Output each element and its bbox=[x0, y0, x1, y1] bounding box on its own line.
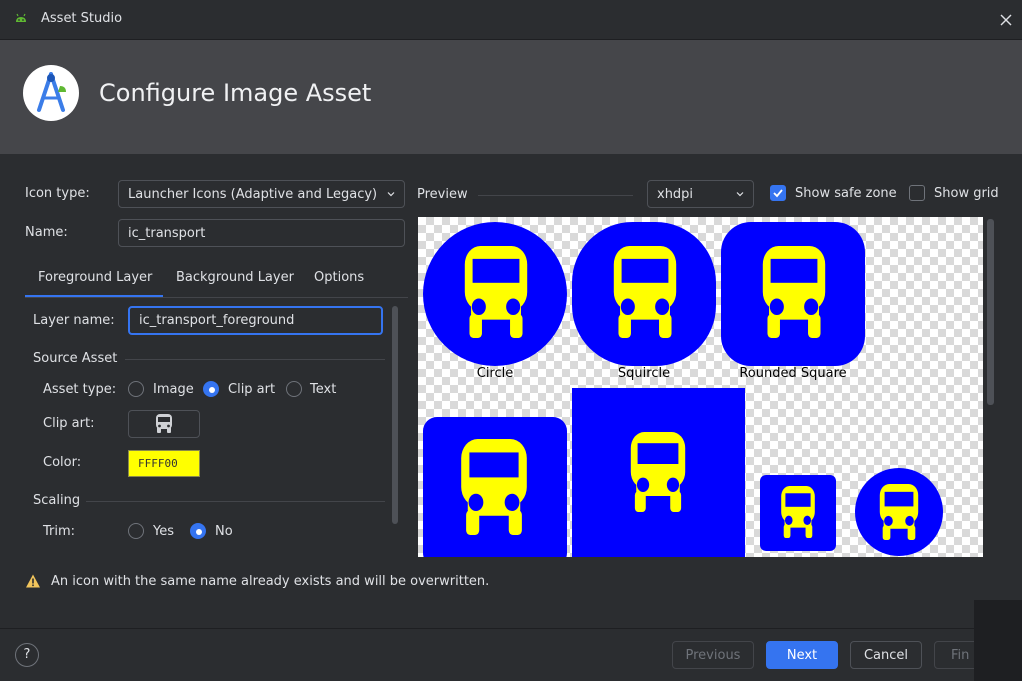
source-asset-heading: Source Asset bbox=[33, 351, 118, 366]
header-banner: Configure Image Asset bbox=[0, 40, 1022, 154]
trim-label: Trim: bbox=[43, 524, 76, 539]
preview-circle-caption: Circle bbox=[476, 366, 514, 381]
show-safe-zone-label[interactable]: Show safe zone bbox=[795, 186, 897, 201]
color-swatch-button[interactable]: FFFF00 bbox=[128, 450, 200, 477]
name-label: Name: bbox=[25, 225, 68, 240]
next-button[interactable]: Next bbox=[766, 641, 838, 669]
show-grid-label[interactable]: Show grid bbox=[934, 186, 999, 201]
warning-icon bbox=[26, 574, 40, 588]
tab-foreground-layer[interactable]: Foreground Layer bbox=[38, 270, 152, 285]
warning-message: An icon with the same name already exist… bbox=[51, 574, 490, 589]
clip-art-button[interactable] bbox=[128, 410, 200, 438]
preview-small-square-icon bbox=[760, 475, 836, 551]
preview-squircle-caption: Squircle bbox=[617, 366, 671, 381]
asset-type-text-label[interactable]: Text bbox=[310, 382, 336, 397]
bus-icon bbox=[457, 246, 535, 338]
icon-type-label: Icon type: bbox=[25, 186, 90, 201]
background-window-strip bbox=[974, 600, 1022, 681]
trim-yes-radio[interactable] bbox=[128, 523, 144, 539]
asset-type-image-label[interactable]: Image bbox=[153, 382, 194, 397]
preview-circle-icon bbox=[423, 222, 567, 366]
trim-no-radio[interactable] bbox=[190, 523, 206, 539]
previous-button[interactable]: Previous bbox=[672, 641, 754, 669]
bus-icon bbox=[156, 414, 172, 433]
name-value: ic_transport bbox=[128, 225, 206, 241]
layer-name-value: ic_transport_foreground bbox=[139, 313, 295, 328]
source-asset-divider bbox=[125, 359, 385, 360]
trim-no-label[interactable]: No bbox=[215, 524, 233, 539]
preview-divider bbox=[478, 195, 633, 196]
asset-type-image-radio[interactable] bbox=[128, 381, 144, 397]
bus-icon bbox=[624, 432, 692, 512]
scaling-divider bbox=[86, 501, 385, 502]
android-studio-logo-icon bbox=[23, 65, 79, 121]
density-value: xhdpi bbox=[657, 186, 694, 202]
asset-type-text-radio[interactable] bbox=[286, 381, 302, 397]
layer-name-input[interactable]: ic_transport_foreground bbox=[128, 306, 383, 335]
bus-icon bbox=[453, 439, 535, 535]
title-bar: Asset Studio bbox=[0, 0, 1022, 40]
page-title: Configure Image Asset bbox=[99, 79, 372, 107]
show-safe-zone-checkbox[interactable] bbox=[770, 185, 786, 201]
layer-name-label: Layer name: bbox=[33, 313, 115, 328]
bus-icon bbox=[777, 486, 819, 538]
show-grid-checkbox[interactable] bbox=[909, 185, 925, 201]
bus-icon bbox=[875, 484, 923, 540]
name-input[interactable]: ic_transport bbox=[118, 219, 405, 247]
bus-icon bbox=[755, 246, 833, 338]
icon-type-dropdown[interactable]: Launcher Icons (Adaptive and Legacy) bbox=[118, 180, 405, 208]
scaling-heading: Scaling bbox=[33, 493, 81, 508]
clip-art-label: Clip art: bbox=[43, 416, 95, 431]
android-icon bbox=[16, 13, 26, 22]
close-icon[interactable] bbox=[996, 10, 1016, 30]
preview-rounded-square-caption: Rounded Square bbox=[739, 366, 847, 381]
tab-options[interactable]: Options bbox=[314, 270, 364, 285]
asset-type-clipart-radio[interactable] bbox=[203, 381, 219, 397]
preview-rounded-square-icon bbox=[721, 222, 865, 366]
asset-type-clipart-label[interactable]: Clip art bbox=[228, 382, 275, 397]
preview-squircle-icon bbox=[572, 222, 716, 366]
preview-label: Preview bbox=[417, 187, 468, 202]
layer-panel-scrollbar[interactable] bbox=[392, 306, 398, 524]
chevron-down-icon bbox=[387, 192, 395, 197]
window-title: Asset Studio bbox=[41, 11, 123, 26]
bus-icon bbox=[606, 246, 684, 338]
preview-canvas: Circle Squircle Rounded Square bbox=[418, 217, 983, 557]
icon-type-value: Launcher Icons (Adaptive and Legacy) bbox=[128, 186, 378, 202]
chevron-down-icon bbox=[736, 192, 744, 197]
trim-yes-label[interactable]: Yes bbox=[153, 524, 174, 539]
preview-full-bleed-icon bbox=[572, 388, 745, 557]
preview-small-circle-icon bbox=[855, 468, 943, 556]
asset-type-label: Asset type: bbox=[43, 382, 117, 397]
preview-legacy-square-icon bbox=[423, 417, 567, 557]
color-label: Color: bbox=[43, 455, 82, 470]
preview-scrollbar[interactable] bbox=[987, 219, 994, 405]
density-dropdown[interactable]: xhdpi bbox=[647, 180, 754, 208]
cancel-button[interactable]: Cancel bbox=[850, 641, 922, 669]
tabs-divider bbox=[25, 297, 408, 298]
help-button[interactable]: ? bbox=[15, 643, 39, 667]
color-value: FFFF00 bbox=[138, 457, 178, 470]
tab-background-layer[interactable]: Background Layer bbox=[176, 270, 294, 285]
checkmark-icon bbox=[773, 189, 783, 198]
